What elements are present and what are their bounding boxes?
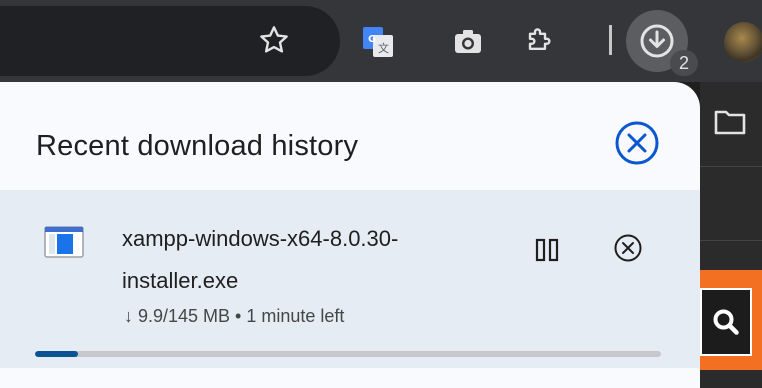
page-divider [700, 166, 762, 167]
screen: G 文 2 Recent download history xampp-wind… [0, 0, 762, 388]
close-icon [615, 121, 659, 165]
browser-toolbar: G 文 2 [0, 0, 762, 82]
page-divider [700, 240, 762, 241]
close-panel-button[interactable] [612, 118, 662, 168]
pause-download-button[interactable] [526, 230, 570, 270]
camera-icon[interactable] [448, 22, 488, 62]
download-item[interactable]: xampp-windows-x64-8.0.30- installer.exe … [0, 190, 700, 368]
download-panel: Recent download history xampp-windows-x6… [0, 82, 700, 388]
pause-icon [535, 238, 559, 262]
filename-line-1: xampp-windows-x64-8.0.30- [122, 226, 399, 251]
google-translate-icon[interactable]: G 文 [358, 22, 398, 62]
svg-text:G: G [368, 34, 376, 45]
svg-text:文: 文 [378, 41, 389, 55]
search-button[interactable] [700, 288, 752, 356]
cancel-download-button[interactable] [606, 226, 650, 270]
star-icon[interactable] [254, 20, 294, 60]
download-filename[interactable]: xampp-windows-x64-8.0.30- installer.exe [122, 218, 502, 302]
filename-line-2: installer.exe [122, 268, 239, 293]
folder-icon[interactable] [712, 104, 748, 140]
avatar[interactable] [724, 22, 762, 62]
download-progress-bar [35, 351, 661, 357]
installer-file-icon [44, 226, 84, 258]
panel-title: Recent download history [36, 130, 359, 162]
search-icon [713, 309, 739, 335]
cancel-icon [614, 234, 642, 262]
download-count-badge: 2 [670, 50, 698, 76]
download-progress-fill [35, 351, 78, 357]
download-status: ↓ 9.9/145 MB • 1 minute left [124, 306, 345, 326]
toolbar-divider [609, 25, 612, 55]
puzzle-icon[interactable] [520, 20, 560, 60]
